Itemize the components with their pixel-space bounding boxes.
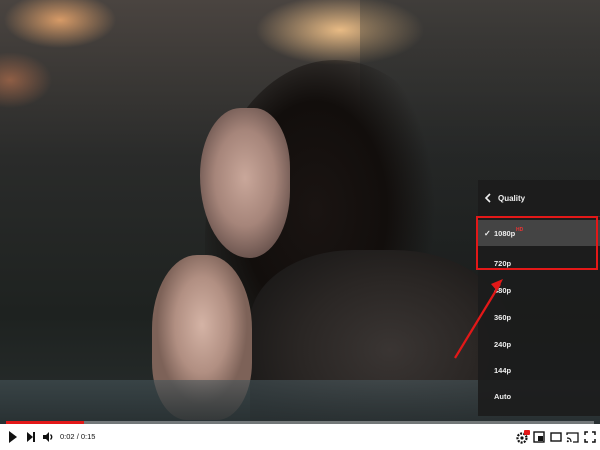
quality-option-label: 240p	[494, 339, 512, 349]
play-icon[interactable]	[8, 430, 18, 444]
quality-option-auto[interactable]: Auto	[478, 383, 600, 409]
cast-icon[interactable]	[566, 430, 579, 444]
current-time: 0:02	[60, 432, 75, 441]
quality-option-label: 360p	[494, 312, 512, 322]
volume-icon[interactable]	[42, 430, 54, 444]
quality-option-240p[interactable]: 240p	[478, 331, 600, 357]
miniplayer-icon[interactable]	[533, 430, 545, 444]
quality-option-label: Auto	[494, 391, 512, 401]
quality-option-label: 144p	[494, 365, 512, 375]
settings-gear-icon[interactable]	[516, 430, 530, 444]
theater-mode-icon[interactable]	[550, 430, 562, 444]
fullscreen-icon[interactable]	[584, 430, 596, 444]
total-time: 0:15	[80, 432, 96, 441]
quality-option-480p[interactable]: 480p	[478, 277, 600, 303]
time-display: 0:02 / 0:15	[60, 432, 95, 441]
player-controls: 0:02 / 0:15	[0, 424, 600, 450]
quality-menu-title: Quality	[498, 193, 526, 203]
quality-option-label: 480p	[494, 285, 512, 295]
next-icon[interactable]	[26, 430, 36, 444]
annotation-highlight-box	[476, 216, 598, 270]
quality-option-360p[interactable]: 360p	[478, 304, 600, 330]
quality-menu-header[interactable]: Quality	[478, 180, 600, 217]
quality-option-144p[interactable]: 144p	[478, 357, 600, 383]
chevron-left-icon[interactable]	[484, 193, 492, 203]
